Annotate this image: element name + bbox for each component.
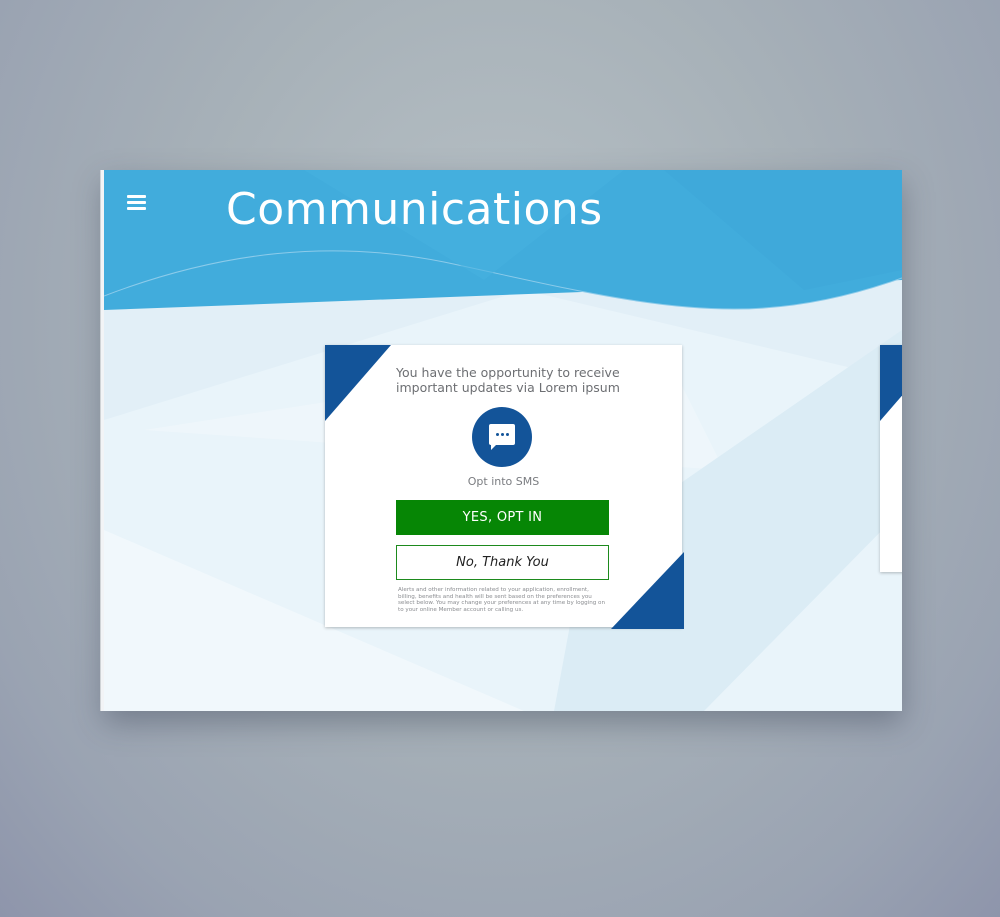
card-corner-accent (611, 552, 684, 629)
next-card-preview[interactable] (880, 345, 902, 572)
page-title: Communications (226, 184, 603, 235)
decline-button[interactable]: No, Thank You (396, 545, 609, 580)
card-message: You have the opportunity to receive impo… (396, 365, 620, 395)
chat-bubble-icon (472, 407, 532, 467)
opt-in-label: Opt into SMS (467, 475, 540, 488)
card-corner-accent (325, 345, 391, 421)
disclaimer-text: Alerts and other information related to … (398, 587, 606, 613)
tablet-screen: Communications You have the opportunity … (104, 170, 902, 711)
card-corner-accent (880, 345, 902, 421)
sms-opt-in-card: You have the opportunity to receive impo… (325, 345, 684, 629)
opt-in-button[interactable]: YES, OPT IN (396, 500, 609, 535)
hamburger-menu-icon[interactable] (127, 194, 147, 212)
